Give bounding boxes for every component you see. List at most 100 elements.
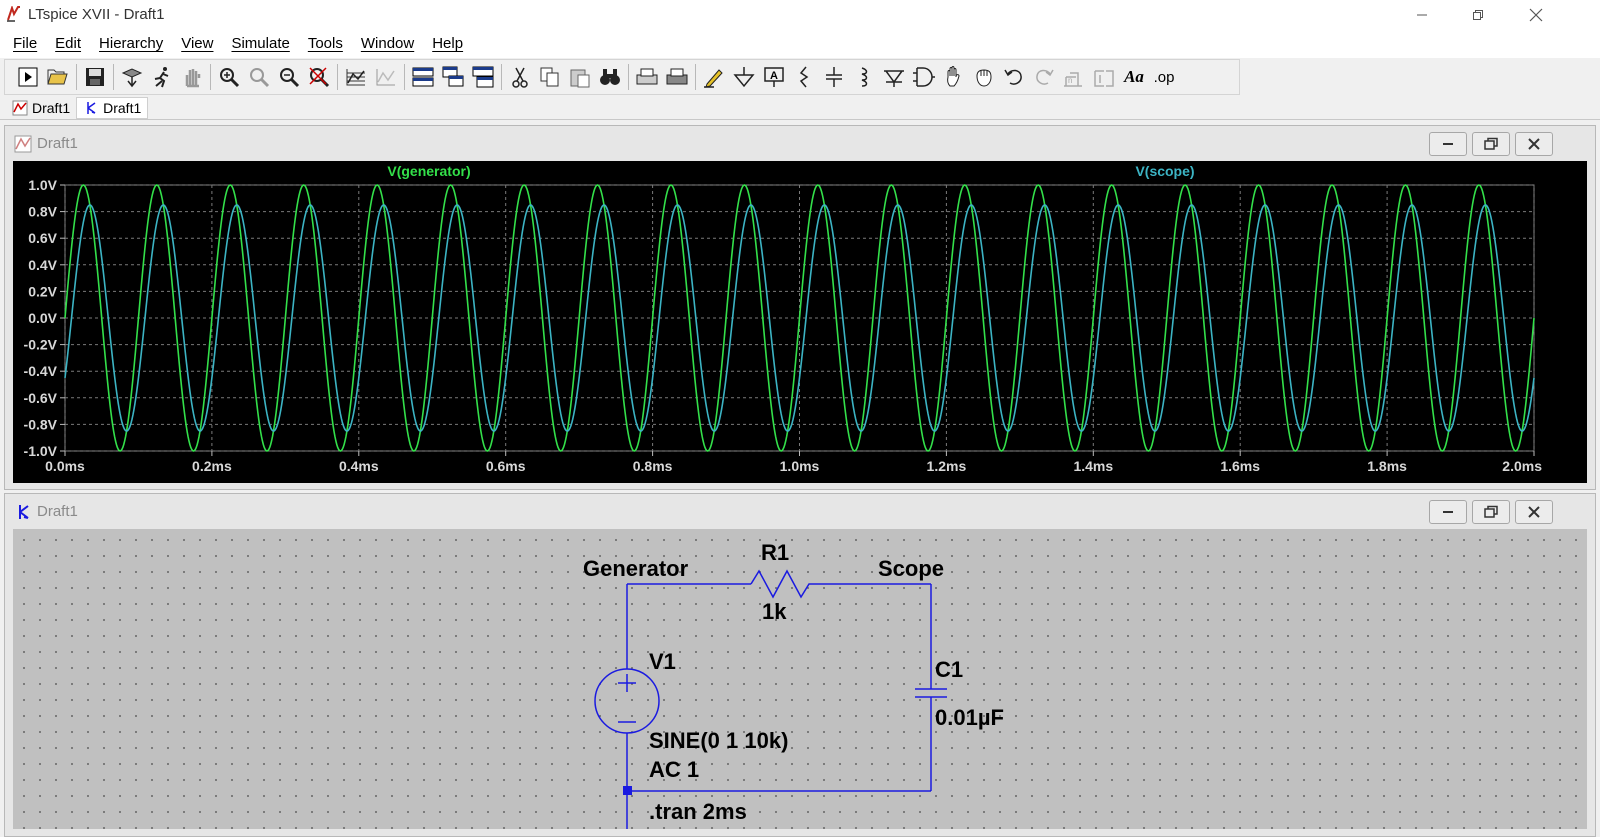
v1-value-ac[interactable]: AC 1 <box>649 757 699 783</box>
r1-value[interactable]: 1k <box>762 599 786 625</box>
menu-simulate[interactable]: Simulate <box>222 30 298 58</box>
schematic-maximize-button[interactable] <box>1472 500 1510 524</box>
ground-button[interactable] <box>729 62 759 92</box>
autorange-icon <box>346 69 365 86</box>
plot-canvas[interactable]: 1.0V 0.8V 0.6V 0.4V 0.2V 0.0V -0.2V -0.4V -0.6V -… <box>13 161 1587 483</box>
svg-text:n: n <box>1068 76 1072 85</box>
run-button[interactable] <box>147 62 177 92</box>
copy-button[interactable] <box>535 62 565 92</box>
resistor-button[interactable] <box>789 62 819 92</box>
tab-schematic[interactable]: Draft1 <box>76 96 149 119</box>
new-schematic-button[interactable] <box>13 62 43 92</box>
menu-view[interactable]: View <box>172 30 222 58</box>
v1-value-sine[interactable]: SINE(0 1 10k) <box>649 728 788 754</box>
diode-button[interactable] <box>879 62 909 92</box>
schematic-window-titlebar[interactable]: Draft1 <box>5 494 1595 528</box>
label-net-icon: A <box>764 67 784 87</box>
menu-edit[interactable]: Edit <box>46 30 90 58</box>
cascade-button[interactable] <box>438 62 468 92</box>
move-button[interactable] <box>939 62 969 92</box>
net-label-scope[interactable]: Scope <box>878 556 944 582</box>
close-icon <box>1528 138 1540 150</box>
v1-name[interactable]: V1 <box>649 649 676 675</box>
net-label-generator[interactable]: Generator <box>583 556 688 582</box>
minimize-button[interactable] <box>1394 0 1450 30</box>
tab-label: Draft1 <box>32 99 71 116</box>
waveform-window-titlebar[interactable]: Draft1 <box>5 126 1595 160</box>
save-icon <box>86 68 104 86</box>
trace-label[interactable]: V(scope) <box>1135 163 1194 179</box>
open-button[interactable] <box>43 62 73 92</box>
find-button[interactable] <box>595 62 625 92</box>
zoom-fit-button[interactable] <box>304 62 334 92</box>
y-tick-label: -0.6V <box>24 390 58 406</box>
waveform-plot[interactable]: 1.0V 0.8V 0.6V 0.4V 0.2V 0.0V -0.2V -0.4V -0.6V -… <box>13 161 1587 483</box>
c1-value[interactable]: 0.01µF <box>935 705 1004 731</box>
paste-button[interactable] <box>565 62 595 92</box>
mirror-button[interactable] <box>1089 62 1119 92</box>
y-tick-label: -0.2V <box>24 337 58 353</box>
drag-button[interactable] <box>969 62 999 92</box>
inductor-icon <box>861 67 868 87</box>
label-net-button[interactable]: A <box>759 62 789 92</box>
cut-button[interactable] <box>505 62 535 92</box>
trace-label[interactable]: V(generator) <box>387 163 470 179</box>
print-button[interactable] <box>662 62 692 92</box>
zoom-out-button[interactable] <box>274 62 304 92</box>
zoom-area-button[interactable] <box>214 62 244 92</box>
minimize-icon <box>1443 143 1453 145</box>
component-button[interactable] <box>909 62 939 92</box>
svg-text:A: A <box>770 70 778 82</box>
inductor-button[interactable] <box>849 62 879 92</box>
halt-icon <box>185 69 201 88</box>
undo-icon <box>1004 69 1022 85</box>
draw-wire-button[interactable] <box>699 62 729 92</box>
text-button[interactable]: Aa <box>1119 62 1149 92</box>
print-preview-button[interactable] <box>632 62 662 92</box>
schematic-canvas[interactable]: Generator Scope R1 1k V1 SINE(0 1 10k) A… <box>13 529 1587 829</box>
zoom-area-icon <box>220 68 240 88</box>
tile-horizontal-button[interactable] <box>408 62 438 92</box>
ground-icon <box>733 67 755 88</box>
menu-window[interactable]: Window <box>352 30 423 58</box>
r1-name[interactable]: R1 <box>761 540 789 566</box>
waveform-minimize-button[interactable] <box>1429 132 1467 156</box>
autorange-button[interactable] <box>341 62 371 92</box>
menu-hierarchy[interactable]: Hierarchy <box>90 30 172 58</box>
menu-tools[interactable]: Tools <box>299 30 352 58</box>
ltspice-logo-icon <box>7 6 20 22</box>
y-tick-label: 0.4V <box>28 257 57 273</box>
close-button[interactable] <box>1508 0 1564 30</box>
schematic-minimize-button[interactable] <box>1429 500 1467 524</box>
menu-help[interactable]: Help <box>423 30 472 58</box>
toolbar-separator <box>113 64 114 90</box>
spice-directive-button[interactable]: .op <box>1149 62 1179 92</box>
rotate-button[interactable]: n <box>1059 62 1089 92</box>
undo-button[interactable] <box>999 62 1029 92</box>
schematic-icon <box>19 505 29 519</box>
capacitor-button[interactable] <box>819 62 849 92</box>
waveform-button[interactable] <box>371 62 401 92</box>
x-tick-label: 1.4ms <box>1073 458 1113 474</box>
circuit-drawing[interactable] <box>13 529 1587 829</box>
zoom-full-button[interactable] <box>244 62 274 92</box>
tile-vertical-button[interactable] <box>468 62 498 92</box>
menu-file[interactable]: File <box>4 30 46 58</box>
restore-button[interactable] <box>1450 0 1506 30</box>
waveform-close-button[interactable] <box>1515 132 1553 156</box>
tab-waveform[interactable]: Draft1 <box>6 97 76 119</box>
toolbar-separator <box>337 64 338 90</box>
y-tick-label: -1.0V <box>24 443 58 459</box>
control-panel-button[interactable] <box>117 62 147 92</box>
spice-directive-tran[interactable]: .tran 2ms <box>649 799 747 825</box>
waveform-maximize-button[interactable] <box>1472 132 1510 156</box>
c1-name[interactable]: C1 <box>935 657 963 683</box>
toolbar-separator <box>501 64 502 90</box>
trace-vgenerator <box>64 184 1535 452</box>
save-button[interactable] <box>80 62 110 92</box>
schematic-close-button[interactable] <box>1515 500 1553 524</box>
halt-button[interactable] <box>177 62 207 92</box>
capacitor-icon <box>826 67 842 87</box>
x-tick-label: 0.6ms <box>486 458 526 474</box>
redo-button[interactable] <box>1029 62 1059 92</box>
